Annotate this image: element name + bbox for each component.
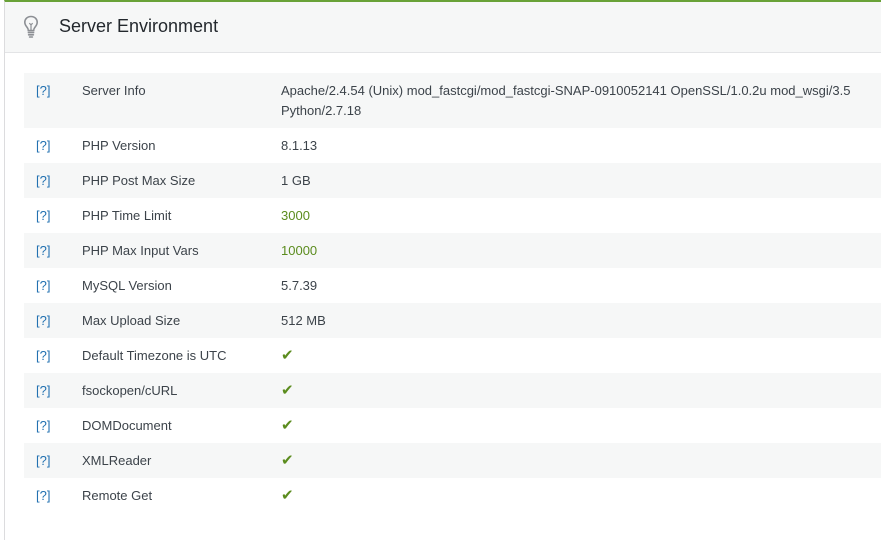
table-row: [?] PHP Max Input Vars 10000 (24, 233, 881, 268)
help-link[interactable]: [?] (36, 348, 50, 363)
table-row: [?] fsockopen/cURL ✔ (24, 373, 881, 408)
help-cell: [?] (24, 338, 82, 373)
row-label: Max Upload Size (82, 313, 181, 328)
help-cell: [?] (24, 373, 82, 408)
row-label: PHP Max Input Vars (82, 243, 199, 258)
row-label: XMLReader (82, 453, 152, 468)
help-cell: [?] (24, 198, 82, 233)
checkmark-icon: ✔ (281, 452, 294, 469)
lightbulb-icon (23, 15, 39, 39)
row-status-cell: ✔ (281, 373, 881, 408)
table-row: [?] MySQL Version 5.7.39 (24, 268, 881, 303)
row-label: DOMDocument (82, 418, 172, 433)
checkmark-icon: ✔ (281, 487, 294, 504)
row-label: fsockopen/cURL (82, 383, 178, 398)
row-status-cell: ✔ (281, 408, 881, 443)
row-status-cell: ✔ (281, 443, 881, 478)
help-cell: [?] (24, 408, 82, 443)
help-cell: [?] (24, 73, 82, 128)
row-value: 8.1.13 (281, 138, 318, 153)
table-row: [?] Remote Get ✔ (24, 478, 881, 513)
help-link[interactable]: [?] (36, 243, 50, 258)
row-status-cell: ✔ (281, 478, 881, 513)
checkmark-icon: ✔ (281, 347, 294, 364)
help-cell: [?] (24, 163, 82, 198)
row-value: 10000 (281, 243, 318, 258)
help-cell: [?] (24, 233, 82, 268)
table-row: [?] PHP Time Limit 3000 (24, 198, 881, 233)
panel-title: Server Environment (59, 16, 219, 36)
help-cell: [?] (24, 303, 82, 338)
help-link[interactable]: [?] (36, 313, 50, 328)
checkmark-icon: ✔ (281, 417, 294, 434)
table-row: [?] PHP Version 8.1.13 (24, 128, 881, 163)
row-label: PHP Time Limit (82, 208, 172, 223)
help-cell: [?] (24, 478, 82, 513)
help-link[interactable]: [?] (36, 83, 50, 98)
help-link[interactable]: [?] (36, 138, 50, 153)
help-link[interactable]: [?] (36, 208, 50, 223)
row-label: PHP Version (82, 138, 156, 153)
table-row: [?] DOMDocument ✔ (24, 408, 881, 443)
row-label: MySQL Version (82, 278, 172, 293)
panel-header: Server Environment (5, 2, 881, 53)
row-label: PHP Post Max Size (82, 173, 196, 188)
table-row: [?] XMLReader ✔ (24, 443, 881, 478)
row-value: 1 GB (281, 173, 311, 188)
server-environment-panel: Server Environment [?] Server Info Apache/… (4, 0, 881, 540)
table-row: [?] Server Info Apache/2.4.54 (Unix) mod_f… (24, 73, 881, 128)
row-value: 3000 (281, 208, 310, 223)
help-link[interactable]: [?] (36, 173, 50, 188)
table-row: [?] PHP Post Max Size 1 GB (24, 163, 881, 198)
help-cell: [?] (24, 443, 82, 478)
table-row: [?] Default Timezone is UTC ✔ (24, 338, 881, 373)
checkmark-icon: ✔ (281, 382, 294, 399)
help-link[interactable]: [?] (36, 278, 50, 293)
row-label: Default Timezone is UTC (82, 348, 227, 363)
row-value: Apache/2.4.54 (Unix) mod_fastcgi/mod_fas… (281, 83, 851, 118)
help-link[interactable]: [?] (36, 453, 50, 468)
help-cell: [?] (24, 128, 82, 163)
help-link[interactable]: [?] (36, 488, 50, 503)
row-label: Server Info (82, 83, 146, 98)
help-cell: [?] (24, 268, 82, 303)
row-value: 512 MB (281, 313, 326, 328)
help-link[interactable]: [?] (36, 383, 50, 398)
help-link[interactable]: [?] (36, 418, 50, 433)
row-status-cell: ✔ (281, 338, 881, 373)
row-value: 5.7.39 (281, 278, 318, 293)
row-label: Remote Get (82, 488, 153, 503)
environment-table: [?] Server Info Apache/2.4.54 (Unix) mod_f… (24, 73, 881, 513)
table-row: [?] Max Upload Size 512 MB (24, 303, 881, 338)
